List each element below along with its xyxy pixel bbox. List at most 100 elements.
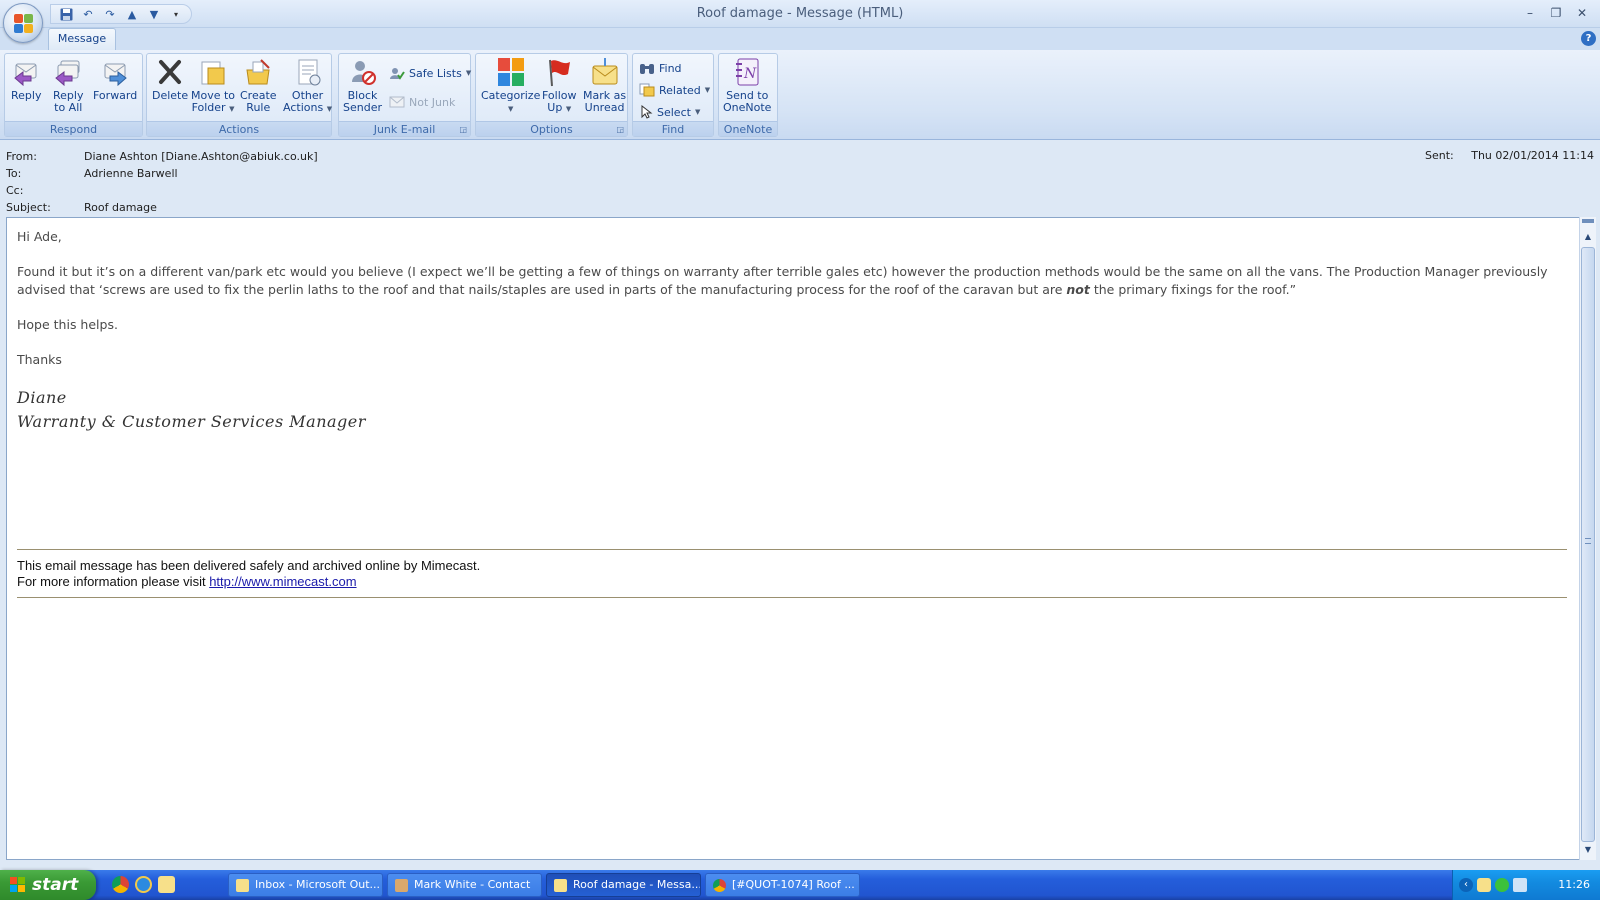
categorize-button[interactable]: Categorize ▼ — [481, 56, 540, 122]
windows-logo-icon — [10, 877, 26, 893]
mimecast-link[interactable]: http://www.mimecast.com — [209, 574, 356, 589]
move-to-folder-button[interactable]: Move to Folder ▼ — [191, 56, 235, 122]
window-title: Roof damage - Message (HTML) — [696, 6, 904, 21]
cursor-icon — [641, 105, 653, 119]
window-controls: – ❐ ✕ — [1518, 4, 1594, 22]
sent-value: Thu 02/01/2014 11:14 — [1471, 149, 1594, 162]
group-junk-email: Block Sender Safe Lists ▼ Not Junk Junk … — [338, 53, 471, 137]
body-paragraph: Found it but it’s on a different van/par… — [17, 264, 1548, 297]
related-icon — [639, 83, 655, 97]
office-button[interactable] — [3, 3, 43, 43]
group-options: Categorize ▼ Follow Up ▼ Mark as Unread … — [475, 53, 628, 137]
group-respond: Reply Reply to All Forward Respond — [4, 53, 143, 137]
divider — [17, 597, 1567, 598]
scroll-thumb[interactable] — [1581, 247, 1595, 842]
block-sender-icon — [348, 56, 378, 88]
group-find: Find Related ▼ Select ▼ Find — [632, 53, 714, 137]
split-handle[interactable] — [1582, 219, 1594, 223]
create-rule-icon — [243, 56, 273, 88]
reply-all-button[interactable]: Reply to All — [53, 56, 83, 122]
other-actions-button[interactable]: Other Actions ▼ — [283, 56, 332, 122]
categorize-icon — [496, 56, 526, 88]
follow-up-button[interactable]: Follow Up ▼ — [542, 56, 577, 122]
minimize-icon[interactable]: – — [1518, 4, 1542, 22]
reply-icon — [11, 56, 41, 88]
vertical-scrollbar[interactable]: ▲ ▼ — [1579, 217, 1596, 860]
tray-expand-icon[interactable]: ‹ — [1459, 878, 1473, 892]
to-value[interactable]: Adrienne Barwell — [84, 167, 178, 180]
clock: 11:26 — [1558, 878, 1590, 891]
related-button[interactable]: Related ▼ — [639, 80, 710, 100]
safe-lists-button[interactable]: Safe Lists ▼ — [389, 63, 471, 83]
grip-icon — [1585, 538, 1591, 544]
help-icon[interactable]: ? — [1581, 31, 1596, 46]
message-header: From: Diane Ashton [Diane.Ashton@abiuk.c… — [0, 141, 1600, 217]
system-tray: ‹ 11:26 — [1452, 870, 1600, 900]
select-button[interactable]: Select ▼ — [639, 102, 700, 122]
greeting: Hi Ade, — [17, 229, 62, 244]
dialog-launcher-icon[interactable]: ◲ — [459, 125, 467, 134]
delete-button[interactable]: Delete — [152, 56, 188, 122]
create-rule-button[interactable]: Create Rule — [240, 56, 277, 122]
block-sender-button[interactable]: Block Sender — [343, 56, 382, 122]
mimecast-footer: This email message has been delivered sa… — [17, 558, 481, 589]
dropdown-caret-icon: ▼ — [229, 105, 235, 113]
reply-button[interactable]: Reply — [11, 56, 41, 122]
title-bar: ↶ ↷ ▲ ▼ ▾ Roof damage - Message (HTML) –… — [0, 0, 1600, 28]
binoculars-icon — [640, 63, 654, 74]
safe-lists-icon — [390, 68, 405, 80]
divider — [17, 549, 1567, 550]
outlook-tray-icon[interactable] — [1477, 878, 1491, 892]
dropdown-caret-icon: ▼ — [694, 108, 701, 116]
taskbar-item-contact[interactable]: Mark White - Contact — [387, 873, 542, 897]
body-paragraph: Hope this helps. — [17, 317, 118, 332]
chrome-icon[interactable] — [112, 876, 129, 893]
quick-launch — [112, 876, 175, 893]
message-body[interactable]: Hi Ade, Found it but it’s on a different… — [6, 217, 1580, 860]
restore-icon[interactable]: ❐ — [1544, 4, 1568, 22]
signature-title: Warranty & Customer Services Manager — [17, 412, 366, 431]
reply-all-icon — [53, 56, 83, 88]
dropdown-caret-icon: ▼ — [507, 105, 514, 113]
taskbar: start Inbox - Microsoft Out... Mark Whit… — [0, 870, 1600, 900]
body-paragraph: Thanks — [17, 352, 62, 367]
subject-value: Roof damage — [84, 201, 157, 214]
network-tray-icon[interactable] — [1513, 878, 1527, 892]
group-onenote: N Send to OneNote OneNote — [718, 53, 778, 137]
outlook-icon — [236, 879, 249, 892]
mail-icon — [554, 879, 567, 892]
taskbar-item-inbox[interactable]: Inbox - Microsoft Out... — [228, 873, 383, 897]
internet-explorer-icon[interactable] — [135, 876, 152, 893]
not-junk-icon — [389, 96, 405, 108]
group-actions: Delete Move to Folder ▼ Create Rule Othe… — [146, 53, 332, 137]
mark-as-unread-icon — [590, 56, 620, 88]
forward-icon — [100, 56, 130, 88]
onenote-icon: N — [732, 56, 762, 88]
dialog-launcher-icon[interactable]: ◲ — [616, 125, 624, 134]
chrome-icon — [713, 879, 726, 892]
dropdown-caret-icon: ▼ — [565, 105, 572, 113]
security-tray-icon[interactable] — [1495, 878, 1509, 892]
close-icon[interactable]: ✕ — [1570, 4, 1594, 22]
mark-as-unread-button[interactable]: Mark as Unread — [583, 56, 626, 122]
dropdown-caret-icon: ▼ — [704, 86, 711, 94]
scroll-up-icon[interactable]: ▲ — [1580, 229, 1596, 245]
other-actions-icon — [293, 56, 323, 88]
send-to-onenote-button[interactable]: N Send to OneNote — [723, 56, 771, 122]
forward-button[interactable]: Forward — [93, 56, 137, 122]
taskbar-item-roof-damage[interactable]: Roof damage - Messa... — [546, 873, 701, 897]
start-button[interactable]: start — [0, 870, 96, 900]
tab-message[interactable]: Message — [48, 28, 116, 50]
svg-text:N: N — [743, 66, 757, 82]
find-button[interactable]: Find — [639, 58, 682, 78]
office-logo-icon — [14, 14, 34, 34]
scroll-down-icon[interactable]: ▼ — [1580, 842, 1596, 858]
ribbon: Reply Reply to All Forward Respond Delet… — [0, 50, 1600, 140]
contact-icon — [395, 879, 408, 892]
dropdown-caret-icon: ▼ — [326, 105, 333, 113]
delete-icon — [155, 56, 185, 88]
taskbar-item-quote[interactable]: [#QUOT-1074] Roof ... — [705, 873, 860, 897]
not-junk-button[interactable]: Not Junk — [389, 92, 455, 112]
from-value[interactable]: Diane Ashton [Diane.Ashton@abiuk.co.uk] — [84, 150, 318, 163]
outlook-icon[interactable] — [158, 876, 175, 893]
